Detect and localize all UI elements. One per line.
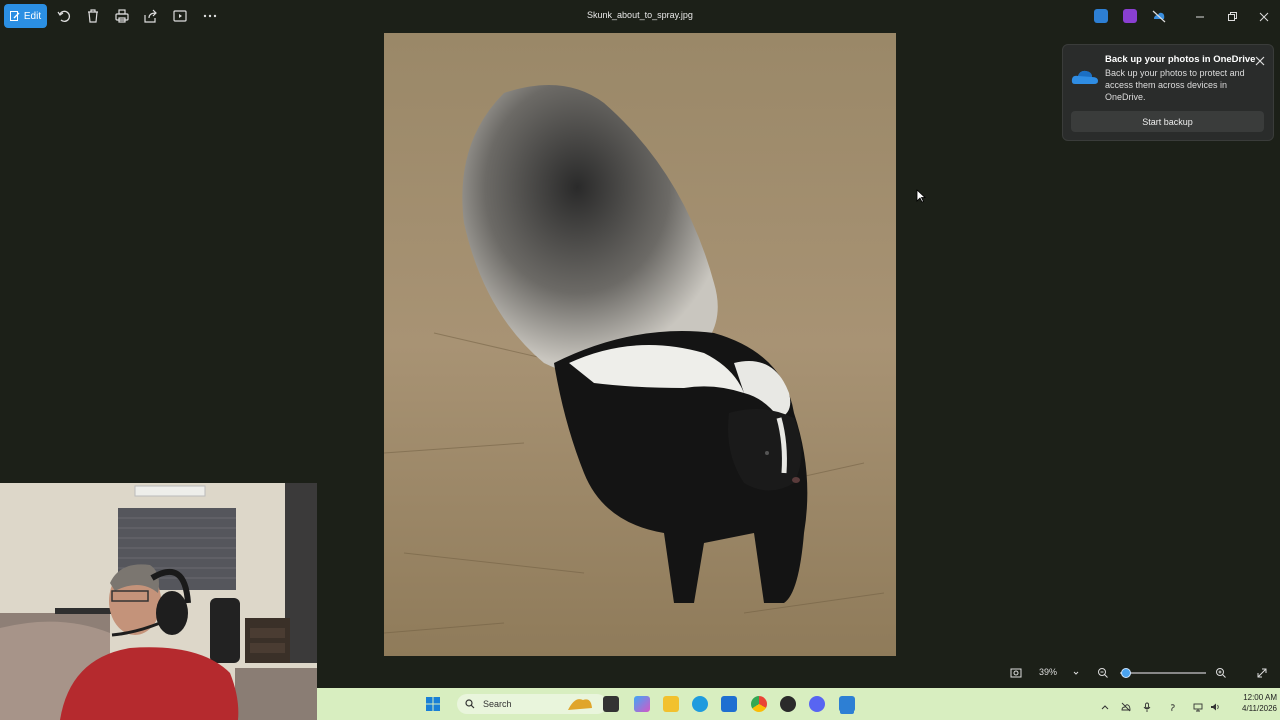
store-icon[interactable] <box>721 696 737 712</box>
edit-icon <box>9 11 20 21</box>
rotate-icon[interactable] <box>56 8 72 24</box>
zoom-slider[interactable] <box>1120 672 1206 674</box>
mouse-cursor-icon <box>916 189 927 203</box>
onedrive-tray-icon[interactable] <box>1121 699 1131 712</box>
taskbar-clock[interactable]: 12:00 AM 4/11/2026 <box>1222 692 1277 714</box>
taskbar: Search 12:00 AM 4/11/2026 <box>317 688 1280 720</box>
restore-icon[interactable] <box>1226 10 1238 22</box>
zoom-in-icon[interactable] <box>1215 666 1227 678</box>
edit-button[interactable]: Edit <box>4 4 47 28</box>
fit-to-window-icon[interactable] <box>1010 666 1022 678</box>
notification-title: Back up your photos in OneDrive <box>1105 54 1256 65</box>
onedrive-cloud-icon <box>1071 67 1099 87</box>
clipchamp-icon[interactable] <box>1123 9 1137 23</box>
share-icon[interactable] <box>143 8 159 24</box>
taskbar-search-box[interactable]: Search <box>457 694 607 714</box>
search-icon <box>465 699 475 709</box>
chrome-icon[interactable] <box>751 696 767 712</box>
discord-icon[interactable] <box>809 696 825 712</box>
file-title: Skunk_about_to_spray.jpg <box>587 10 693 20</box>
copilot-icon[interactable] <box>634 696 650 712</box>
delete-icon[interactable] <box>85 8 101 24</box>
photos-taskbar-icon[interactable] <box>839 696 855 712</box>
photos-app-icon[interactable] <box>1094 9 1108 23</box>
zoom-out-icon[interactable] <box>1097 666 1109 678</box>
onedrive-notification: Back up your photos in OneDrive Back up … <box>1062 44 1274 141</box>
clock-date: 4/11/2026 <box>1242 704 1277 713</box>
more-icon[interactable] <box>202 8 218 24</box>
clock-time: 12:00 AM <box>1243 693 1277 702</box>
zoom-percentage[interactable]: 39% <box>1039 667 1057 677</box>
edit-label: Edit <box>23 10 42 22</box>
network-icon[interactable] <box>1193 699 1203 712</box>
volume-icon[interactable] <box>1210 699 1220 711</box>
photos-toolbar: Edit Skunk_about_to_spray.jpg <box>0 0 1280 32</box>
chevron-up-icon[interactable] <box>1100 699 1110 710</box>
chevron-down-icon[interactable] <box>1070 666 1082 678</box>
skunk-photo <box>384 33 896 656</box>
file-explorer-icon[interactable] <box>663 696 679 712</box>
search-highlight-icon <box>568 699 592 710</box>
notification-body: Back up your photos to protect and acces… <box>1105 68 1245 102</box>
webcam-overlay <box>0 483 317 720</box>
task-view-icon[interactable] <box>603 696 619 712</box>
start-backup-button[interactable]: Start backup <box>1071 111 1264 132</box>
zoom-bar: 39% <box>1000 662 1280 684</box>
app-icon[interactable] <box>780 696 796 712</box>
onedrive-off-icon[interactable] <box>1152 9 1166 23</box>
microphone-icon[interactable] <box>1142 699 1152 712</box>
search-placeholder: Search <box>483 699 512 709</box>
slideshow-icon[interactable] <box>172 8 188 24</box>
windows-start-icon[interactable] <box>425 696 441 712</box>
edge-icon[interactable] <box>692 696 708 712</box>
zoom-slider-thumb[interactable] <box>1121 668 1132 678</box>
language-indicator-icon[interactable] <box>1168 699 1178 712</box>
fullscreen-icon[interactable] <box>1256 666 1268 678</box>
notification-close-icon[interactable] <box>1255 53 1265 66</box>
minimize-icon[interactable] <box>1194 10 1206 22</box>
close-icon[interactable] <box>1258 10 1270 22</box>
print-icon[interactable] <box>114 8 130 24</box>
